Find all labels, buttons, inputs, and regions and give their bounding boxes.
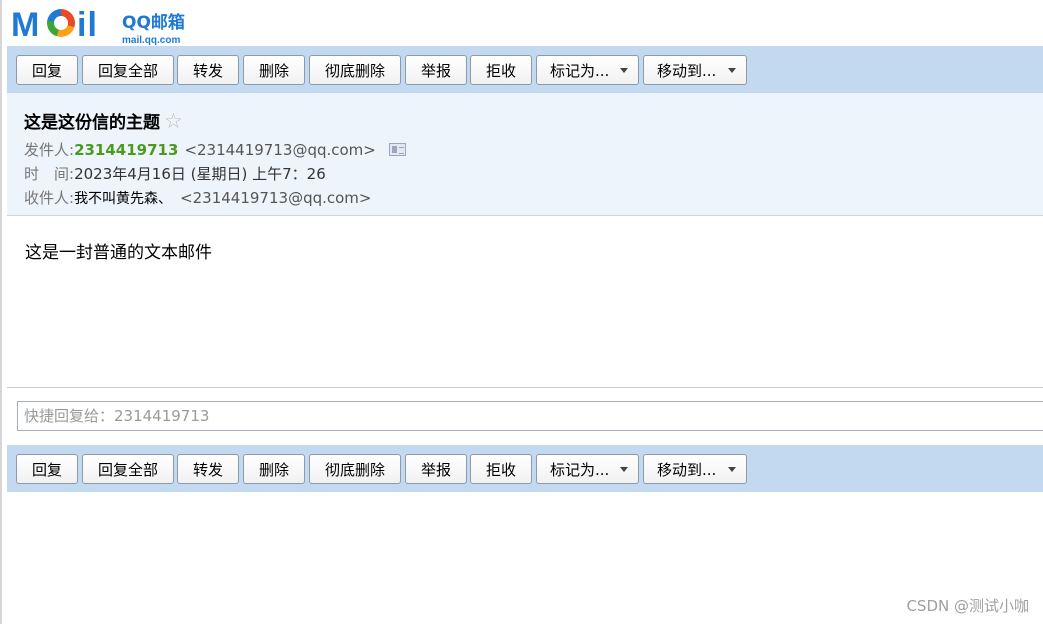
report-button[interactable]: 举报 (405, 55, 467, 85)
mail-logo-mark: M il (11, 4, 116, 44)
logo-letters-il: il (77, 6, 98, 44)
logo-domain: mail.qq.com (122, 35, 181, 46)
bottom-toolbar: 回复 回复全部 转发 删除 彻底删除 举报 拒收 标记为... 移动到... (7, 445, 1043, 492)
sender-address: <2314419713@qq.com> (184, 140, 376, 159)
to-row: 收件人: 我不叫黄先森、 <2314419713@qq.com> (24, 187, 371, 208)
reject-button[interactable]: 拒收 (470, 55, 532, 85)
delete-button[interactable]: 删除 (243, 55, 305, 85)
reply-all-button[interactable]: 回复全部 (82, 55, 174, 85)
reply-button[interactable]: 回复 (16, 55, 78, 85)
mark-as-dropdown[interactable]: 标记为... (536, 454, 639, 484)
reply-all-button[interactable]: 回复全部 (82, 454, 174, 484)
report-button[interactable]: 举报 (405, 454, 467, 484)
sender-name[interactable]: 2314419713 (74, 141, 178, 159)
mark-as-label: 标记为... (550, 61, 610, 80)
logo-ring-icon (47, 9, 75, 37)
quick-reply-input[interactable] (17, 401, 1043, 431)
delete-button[interactable]: 删除 (243, 454, 305, 484)
from-row: 发件人: 2314419713 <2314419713@qq.com> (24, 139, 406, 160)
window-left-border (0, 0, 2, 624)
star-icon[interactable]: ☆ (164, 109, 183, 133)
qq-mail-logo[interactable]: M il QQ邮箱 mail.qq.com (11, 4, 185, 46)
logo-text: QQ邮箱 mail.qq.com (122, 8, 185, 46)
move-to-dropdown[interactable]: 移动到... (643, 55, 747, 85)
subject-text: 这是这份信的主题 (24, 113, 160, 133)
chevron-down-icon (620, 68, 628, 73)
mail-header: 这是这份信的主题 ☆ 发件人: 2314419713 <2314419713@q… (7, 93, 1043, 216)
top-toolbar: 回复 回复全部 转发 删除 彻底删除 举报 拒收 标记为... 移动到... (7, 46, 1043, 93)
time-label: 时 间: (24, 165, 75, 183)
delete-permanently-button[interactable]: 彻底删除 (309, 55, 401, 85)
move-to-dropdown[interactable]: 移动到... (643, 454, 747, 484)
reject-button[interactable]: 拒收 (470, 454, 532, 484)
forward-button[interactable]: 转发 (177, 454, 239, 484)
logo-brand: QQ邮箱 (122, 13, 185, 33)
recipient-address: <2314419713@qq.com> (180, 188, 372, 207)
mark-as-dropdown[interactable]: 标记为... (536, 55, 639, 85)
forward-button[interactable]: 转发 (177, 55, 239, 85)
reply-button[interactable]: 回复 (16, 454, 78, 484)
chevron-down-icon (728, 467, 736, 472)
time-value: 2023年4月16日 (星期日) 上午7：26 (74, 165, 326, 183)
move-to-label: 移动到... (657, 460, 717, 479)
delete-permanently-button[interactable]: 彻底删除 (309, 454, 401, 484)
mail-subject: 这是这份信的主题 ☆ (24, 108, 183, 134)
divider (7, 387, 1043, 388)
to-label: 收件人: (24, 189, 75, 207)
csdn-watermark: CSDN @测试小咖 (906, 597, 1029, 615)
contact-card-icon[interactable] (388, 143, 406, 156)
mail-body-text: 这是一封普通的文本邮件 (25, 243, 212, 263)
move-to-label: 移动到... (657, 61, 717, 80)
time-row: 时 间: 2023年4月16日 (星期日) 上午7：26 (24, 163, 326, 184)
from-label: 发件人: (24, 141, 75, 159)
chevron-down-icon (620, 467, 628, 472)
mark-as-label: 标记为... (550, 460, 610, 479)
logo-letter-m: M (11, 6, 39, 44)
recipient-name[interactable]: 我不叫黄先森、 (74, 188, 172, 208)
chevron-down-icon (728, 68, 736, 73)
